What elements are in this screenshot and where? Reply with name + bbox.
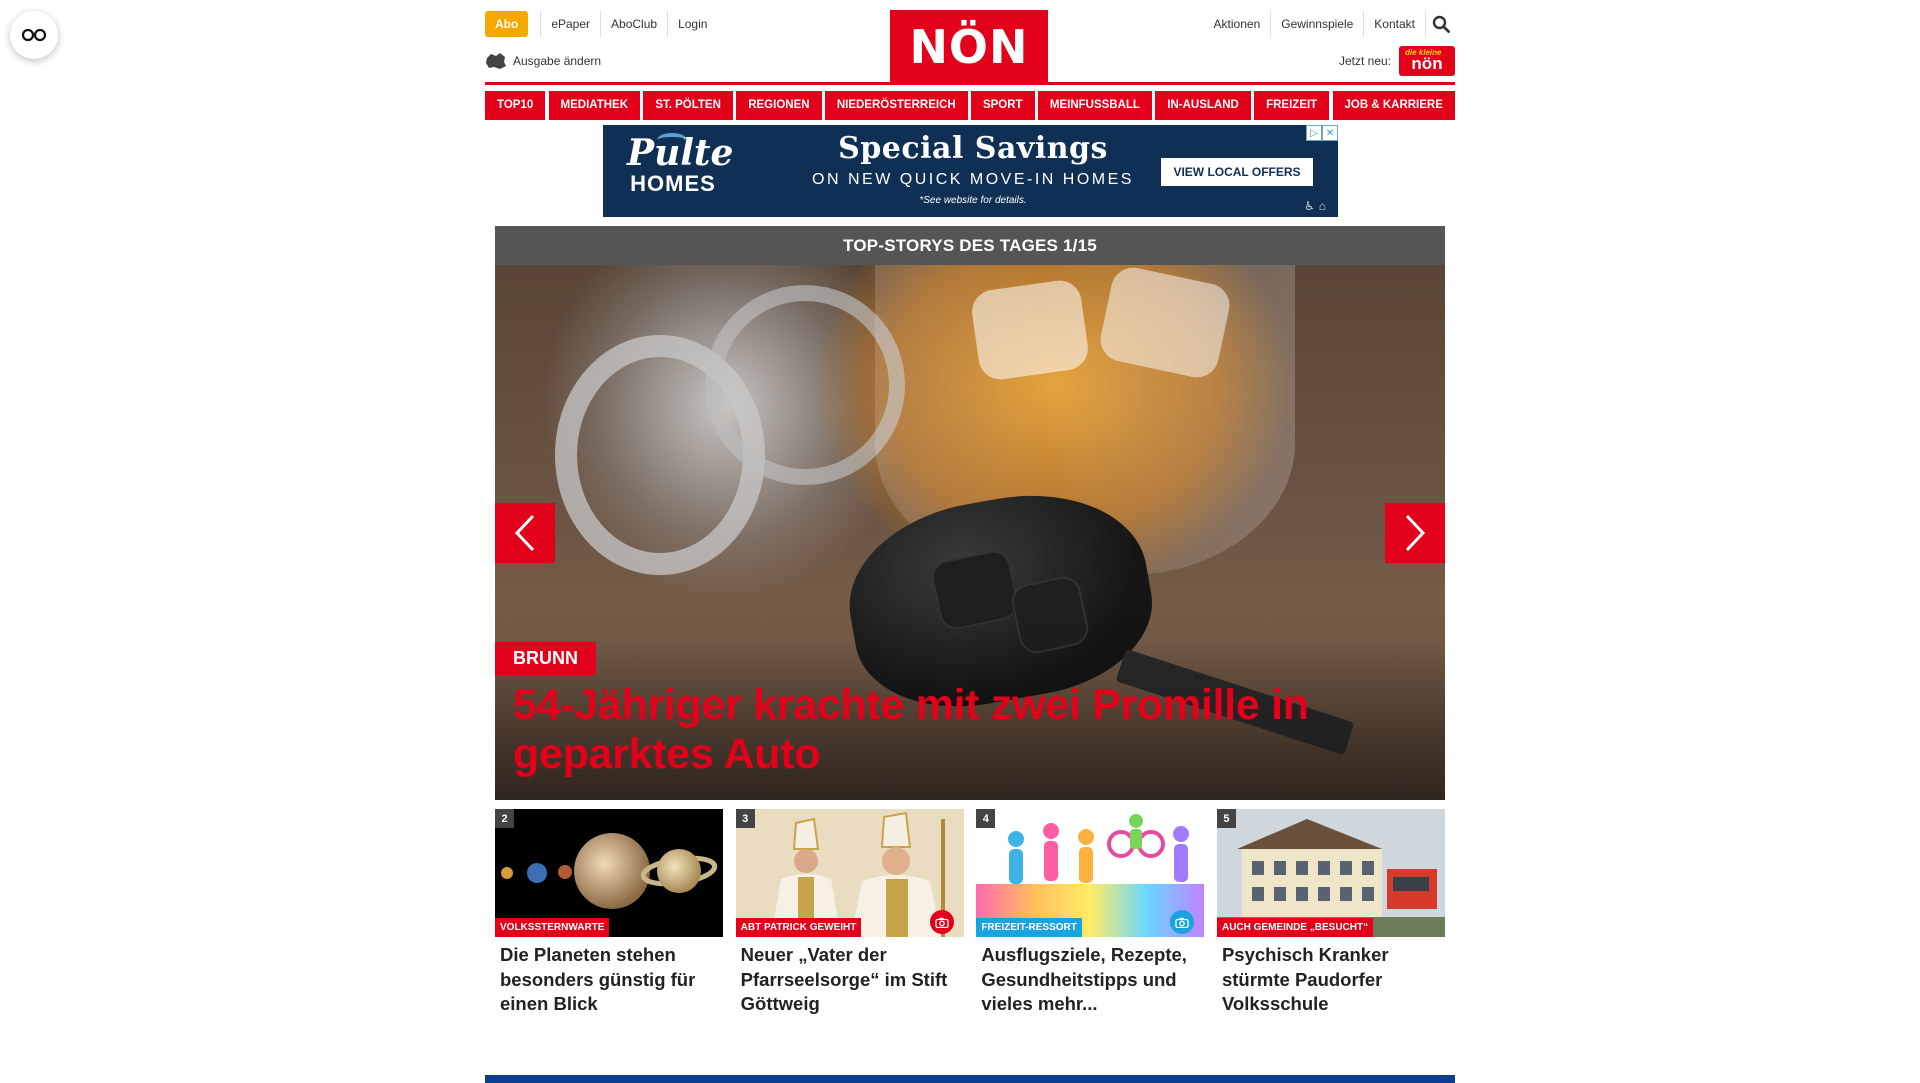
header-left-links: Abo ePaper AboClub Login [485, 11, 717, 37]
top-stories-header: TOP-STORYS DES TAGES 1/15 [495, 226, 1445, 265]
card-number: 4 [976, 809, 996, 828]
ausgabe-aendern-link[interactable]: Ausgabe ändern [485, 52, 601, 70]
card-title[interactable]: Psychisch Kranker stürmte Paudorfer Volk… [1222, 943, 1440, 1017]
region-map-icon [486, 53, 506, 69]
nav-item-freizeit[interactable]: FREIZEIT [1254, 91, 1330, 120]
card-tag[interactable]: FREIZEIT-RESSORT [976, 918, 1082, 937]
camera-icon [929, 910, 954, 934]
main-nav: TOP10 MEDIATHEK ST. PÖLTEN REGIONEN NIED… [485, 91, 1455, 120]
kontakt-link[interactable]: Kontakt [1363, 11, 1425, 37]
aboclub-link[interactable]: AboClub [600, 11, 667, 37]
nav-item-top10[interactable]: TOP10 [485, 91, 546, 120]
ad-accessibility-icons: ♿⌂ [1303, 199, 1330, 213]
adchoices-icon[interactable]: ▷ [1306, 125, 1322, 141]
story-card[interactable]: 5 AUCH GEMEINDE „BESUCHT“ Psychisch Kran… [1216, 809, 1445, 1017]
ad-note: *See website for details. [919, 195, 1027, 206]
card-title[interactable]: Ausflugsziele, Rezepte, Gesundheitstipps… [981, 943, 1199, 1017]
card-title[interactable]: Neuer „Vater der Pfarrseelsorge“ im Stif… [741, 943, 959, 1017]
jetzt-neu-label: Jetzt neu: [1338, 54, 1391, 68]
card-tag[interactable]: VOLKSSTERNWARTE [495, 918, 610, 937]
ad-close-icon[interactable]: ✕ [1322, 125, 1338, 141]
hero-story[interactable]: BRUNN 54-Jähriger krachte mit zwei Promi… [495, 265, 1445, 800]
card-title[interactable]: Die Planeten stehen besonders günstig fü… [500, 943, 718, 1017]
carousel-prev-button[interactable] [495, 503, 555, 563]
nav-item-niederoesterreich[interactable]: NIEDERÖSTERREICH [824, 91, 968, 120]
aktionen-link[interactable]: Aktionen [1204, 11, 1271, 37]
nav-item-regionen[interactable]: REGIONEN [736, 91, 822, 120]
card-tag[interactable]: AUCH GEMEINDE „BESUCHT“ [1216, 918, 1374, 937]
chevron-right-icon [1405, 514, 1426, 552]
nav-item-st-poelten[interactable]: ST. PÖLTEN [643, 91, 733, 120]
school-image[interactable]: 5 AUCH GEMEINDE „BESUCHT“ [1216, 809, 1445, 937]
nav-item-mediathek[interactable]: MEDIATHEK [548, 91, 641, 120]
card-tag[interactable]: ABT PATRICK GEWEIHT [735, 918, 862, 937]
site-header: Abo ePaper AboClub Login Ausgabe ändern … [485, 0, 1455, 85]
kleine-noen-label: nön [1411, 54, 1443, 73]
login-link[interactable]: Login [667, 11, 717, 37]
nav-item-in-ausland[interactable]: IN-AUSLAND [1155, 91, 1251, 120]
epaper-link[interactable]: ePaper [540, 11, 600, 37]
freizeit-image[interactable]: 4 FREIZEIT-RESSORT [976, 809, 1205, 937]
pulte-homes-logo: Pulte HOMES [627, 133, 733, 211]
noen-logo[interactable]: NÖN [890, 10, 1048, 84]
header-divider [485, 82, 1455, 85]
ice-cube-image [969, 277, 1091, 383]
kleine-noen-badge[interactable]: die kleine nön [1399, 46, 1455, 76]
ad-cta-button[interactable]: VIEW LOCAL OFFERS [1161, 158, 1313, 186]
hero-story-title[interactable]: 54-Jähriger krachte mit zwei Promille in… [513, 681, 1413, 779]
ad-subline: ON NEW QUICK MOVE-IN HOMES [812, 171, 1134, 188]
hero-story-tag[interactable]: BRUNN [495, 642, 596, 675]
card-number: 2 [495, 809, 514, 828]
jetzt-neu: Jetzt neu: die kleine nön [1339, 46, 1455, 76]
ausgabe-label: Ausgabe ändern [513, 54, 602, 68]
story-cards: 2 VOLKSSTERNWARTE Die Planeten stehen be… [495, 809, 1445, 1017]
gewinnspiele-link[interactable]: Gewinnspiele [1270, 11, 1363, 37]
story-card[interactable]: 3 ABT PATRICK GEWEIHT Neuer „Vater der P… [735, 809, 964, 1017]
bishops-image[interactable]: 3 ABT PATRICK GEWEIHT [735, 809, 964, 937]
card-number: 5 [1216, 809, 1236, 828]
search-icon[interactable] [1425, 11, 1455, 37]
chevron-left-icon [514, 514, 535, 552]
ad-banner[interactable]: Pulte HOMES Special Savings ON NEW QUICK… [603, 125, 1338, 217]
header-right-links: Aktionen Gewinnspiele Kontakt [1204, 11, 1455, 37]
kleine-label: die kleine [1405, 48, 1442, 57]
carousel-next-button[interactable] [1385, 503, 1445, 563]
ad-brand-bottom: HOMES [630, 171, 716, 196]
page-wrapper: Abo ePaper AboClub Login Ausgabe ändern … [485, 0, 1455, 1014]
nav-item-meinfussball[interactable]: MEINFUSSBALL [1037, 91, 1152, 120]
nav-item-job-karriere[interactable]: JOB & KARRIERE [1332, 91, 1455, 120]
story-card[interactable]: 2 VOLKSSTERNWARTE Die Planeten stehen be… [495, 809, 723, 1017]
nav-item-sport[interactable]: SPORT [970, 91, 1035, 120]
card-number: 3 [735, 809, 755, 828]
footer-bar [485, 1075, 1455, 1083]
abo-button[interactable]: Abo [485, 11, 529, 37]
ad-choices[interactable]: ▷ ✕ [1306, 125, 1338, 141]
roof-icon [657, 133, 687, 147]
ad-headline: Special Savings [838, 131, 1108, 166]
story-card[interactable]: 4 FREIZEIT-RESSORT Ausflugsziele, Rezept… [976, 809, 1205, 1017]
planets-image[interactable]: 2 VOLKSSTERNWARTE [495, 809, 723, 937]
glasses-icon [22, 28, 46, 42]
accessibility-button[interactable] [10, 11, 58, 59]
